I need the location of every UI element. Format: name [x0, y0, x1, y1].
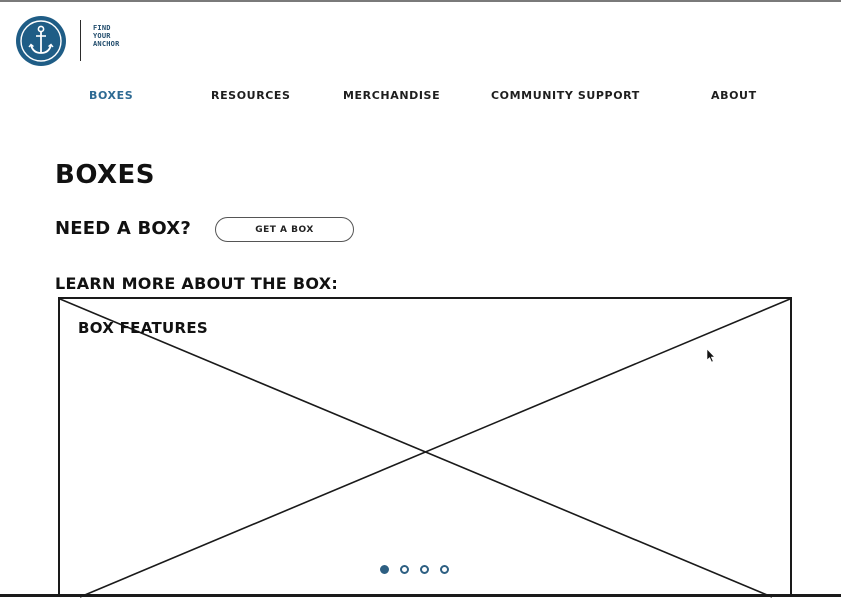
brand-name-line: YOUR	[93, 32, 111, 40]
nav-item-community-support[interactable]: COMMUNITY SUPPORT	[491, 89, 640, 102]
carousel-dot-2[interactable]	[400, 565, 409, 574]
logo[interactable]	[15, 15, 67, 67]
brand-name-line: ANCHOR	[93, 40, 120, 48]
mouse-pointer-icon	[706, 348, 716, 363]
carousel-dot-1[interactable]	[380, 565, 389, 574]
image-placeholder	[60, 299, 790, 598]
box-features-carousel[interactable]: BOX FEATURES	[58, 297, 792, 598]
carousel-dot-3[interactable]	[420, 565, 429, 574]
brand-name: FIND YOUR ANCHOR	[93, 24, 120, 48]
learn-more-heading: LEARN MORE ABOUT THE BOX:	[55, 274, 339, 293]
nav-item-resources[interactable]: RESOURCES	[211, 89, 291, 102]
logo-divider	[80, 20, 81, 61]
need-box-heading: NEED A BOX?	[55, 218, 191, 239]
page-title: BOXES	[55, 160, 156, 190]
anchor-icon	[16, 16, 66, 66]
carousel-slide-title: BOX FEATURES	[78, 319, 208, 337]
carousel-dot-4[interactable]	[440, 565, 449, 574]
get-a-box-button[interactable]: GET A BOX	[215, 217, 354, 242]
top-border	[0, 0, 841, 2]
nav-item-about[interactable]: ABOUT	[711, 89, 757, 102]
nav-item-boxes[interactable]: BOXES	[89, 89, 133, 102]
nav-item-merchandise[interactable]: MERCHANDISE	[343, 89, 440, 102]
brand-name-line: FIND	[93, 24, 111, 32]
carousel-pagination	[380, 565, 449, 574]
